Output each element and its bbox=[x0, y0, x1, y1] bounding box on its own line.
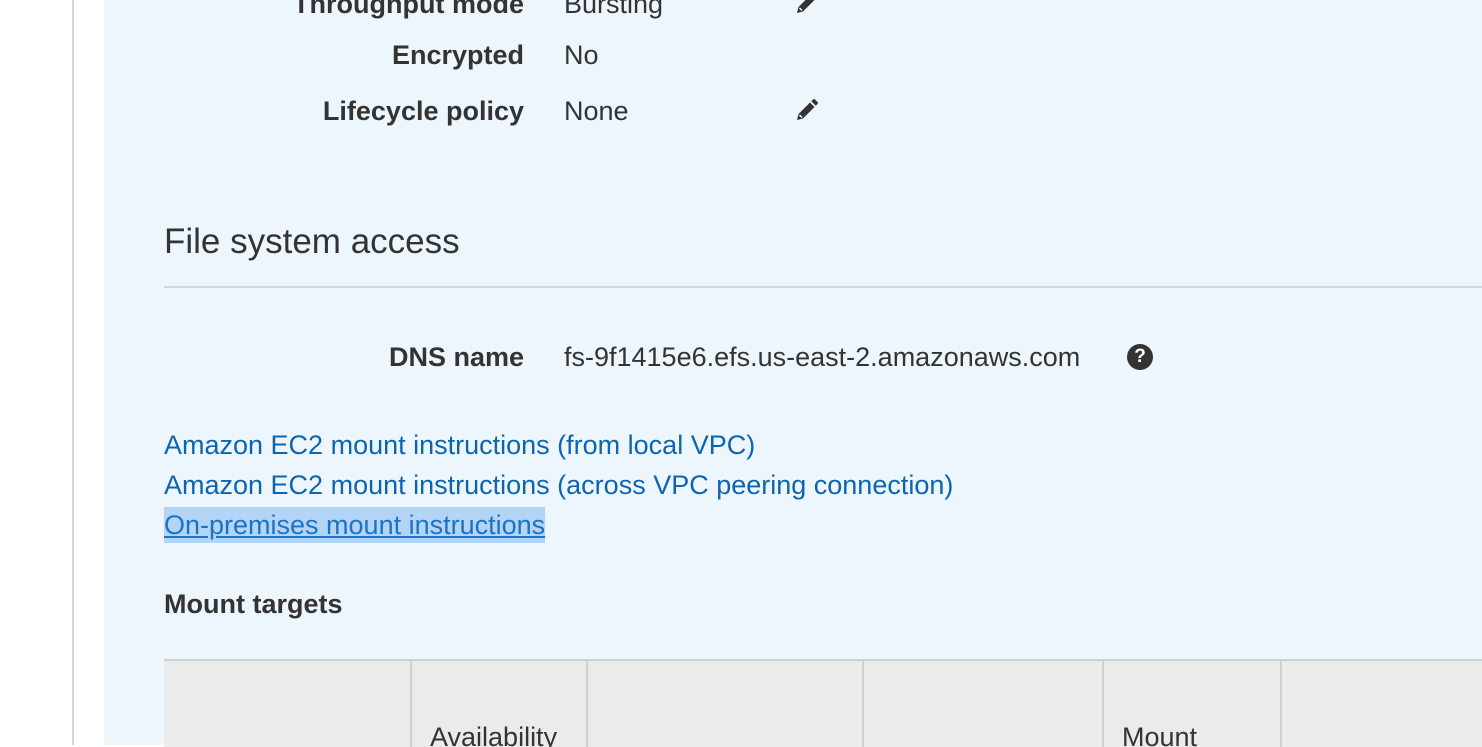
property-row-throughput-mode: Throughput mode Bursting bbox=[164, 0, 1464, 24]
property-value: No bbox=[564, 40, 599, 70]
property-value: None bbox=[564, 96, 629, 126]
section-divider bbox=[164, 286, 1482, 288]
left-border bbox=[72, 0, 74, 745]
dns-name-label: DNS name bbox=[388, 342, 524, 372]
pencil-icon[interactable] bbox=[792, 0, 820, 18]
section-title-file-system-access: File system access bbox=[164, 222, 460, 261]
column-header-mount[interactable]: Mount bbox=[1102, 661, 1280, 747]
pencil-icon[interactable] bbox=[792, 97, 820, 125]
dns-name-row: DNS name fs-9f1415e6.efs.us-east-2.amazo… bbox=[164, 337, 1464, 377]
dns-name-value: fs-9f1415e6.efs.us-east-2.amazonaws.com bbox=[564, 342, 1081, 372]
column-header[interactable] bbox=[586, 661, 862, 747]
column-header[interactable] bbox=[164, 661, 410, 747]
link-ec2-mount-local-vpc[interactable]: Amazon EC2 mount instructions (from loca… bbox=[164, 427, 755, 463]
help-icon[interactable]: ? bbox=[1127, 344, 1153, 370]
column-header[interactable] bbox=[1280, 661, 1482, 747]
mount-targets-table-header: Availability Mount bbox=[164, 659, 1482, 747]
property-label: Throughput mode bbox=[293, 0, 524, 19]
mount-targets-heading: Mount targets bbox=[164, 589, 343, 619]
property-label: Encrypted bbox=[391, 40, 524, 70]
property-value: Bursting bbox=[564, 0, 664, 19]
property-label: Lifecycle policy bbox=[322, 96, 524, 126]
column-header[interactable] bbox=[862, 661, 1102, 747]
column-header-label: Mount bbox=[1122, 722, 1198, 747]
column-header-label: Availability bbox=[430, 722, 558, 747]
link-on-premises-mount[interactable]: On-premises mount instructions bbox=[164, 507, 546, 543]
column-header-availability[interactable]: Availability bbox=[410, 661, 586, 747]
link-ec2-mount-vpc-peering[interactable]: Amazon EC2 mount instructions (across VP… bbox=[164, 467, 953, 503]
property-row-lifecycle-policy: Lifecycle policy None bbox=[164, 91, 1464, 131]
property-row-encrypted: Encrypted No bbox=[164, 35, 1464, 75]
